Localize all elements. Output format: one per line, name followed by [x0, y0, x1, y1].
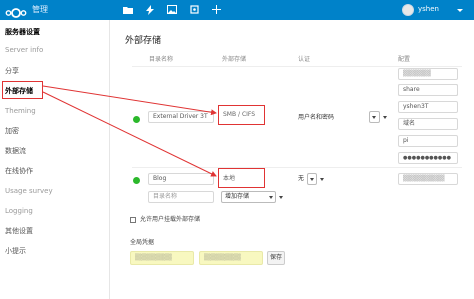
status-ok-icon — [133, 116, 140, 123]
column-header-config: 配置 — [398, 56, 411, 63]
folder-name-input[interactable]: Blog — [148, 173, 214, 185]
sidebar-item-external-storage[interactable]: 外部存储 — [0, 81, 110, 101]
allow-user-mount-label: 允许用户挂载外部存储 — [140, 216, 201, 223]
add-icon[interactable] — [210, 3, 223, 16]
global-credentials-label: 全局凭据 — [130, 239, 155, 246]
config-password-input[interactable]: ●●●●●●●●●●● — [398, 152, 458, 164]
new-folder-name-input[interactable]: 目录名称 — [148, 191, 214, 203]
sidebar-item-logging[interactable]: Logging — [0, 201, 110, 221]
sidebar-item-other-settings[interactable]: 其他设置 — [0, 221, 110, 241]
settings-sidebar: 服务器设置 Server info 分享 外部存储 Theming 加密 数据流… — [0, 20, 110, 299]
header-divider — [132, 66, 462, 67]
page-title: 外部存储 — [125, 36, 162, 46]
files-icon[interactable] — [121, 3, 134, 16]
auth-select-label[interactable]: 无 — [298, 173, 304, 185]
sidebar-item-usage-survey[interactable]: Usage survey — [0, 181, 110, 201]
chevron-down-icon[interactable] — [457, 9, 463, 12]
config-datadir-input[interactable]: ▓▓▓▓▓▓▓▓▓ — [398, 173, 458, 185]
chevron-down-icon[interactable] — [279, 196, 283, 199]
config-host-input[interactable]: ▓▓▓▓▓▓ — [398, 68, 458, 80]
settings-icon[interactable] — [188, 3, 201, 16]
user-name[interactable]: yshen — [418, 4, 439, 15]
status-ok-icon — [133, 177, 140, 184]
chevron-down-icon — [269, 196, 273, 199]
config-share-input[interactable]: share — [398, 84, 458, 96]
nextcloud-logo-icon[interactable] — [5, 4, 27, 18]
auth-select-label[interactable]: 用户名和密码 — [298, 112, 334, 124]
config-domain-input[interactable]: 域名 — [398, 118, 458, 130]
sidebar-item-encryption[interactable]: 加密 — [0, 121, 110, 141]
sidebar-item-tips[interactable]: 小提示 — [0, 241, 110, 261]
save-button[interactable]: 保存 — [267, 251, 285, 265]
avatar[interactable] — [402, 4, 414, 16]
column-header-auth: 认证 — [298, 56, 311, 63]
config-path-input[interactable]: pi — [398, 135, 458, 147]
activity-icon[interactable] — [143, 3, 156, 16]
add-storage-select[interactable]: 增加存储 — [221, 191, 276, 203]
chevron-down-icon[interactable] — [320, 178, 324, 181]
chevron-down-icon — [310, 178, 314, 181]
main-content: 外部存储 目录名称 外部存储 认证 配置 External Driver 3T … — [112, 20, 474, 299]
allow-user-mount-checkbox[interactable] — [130, 217, 136, 223]
chevron-down-icon — [372, 116, 376, 119]
app-name[interactable]: 管理 — [32, 4, 48, 16]
sidebar-item-sharing[interactable]: 分享 — [0, 61, 110, 81]
gallery-icon[interactable] — [165, 3, 178, 16]
storage-type-label: SMB / CIFS — [223, 111, 256, 118]
column-header-storage: 外部存储 — [222, 56, 247, 63]
chevron-down-icon[interactable] — [383, 116, 387, 119]
sidebar-section-title: 服务器设置 — [5, 28, 40, 36]
config-user-input[interactable]: yshen3T — [398, 101, 458, 113]
folder-name-input[interactable]: External Driver 3T — [148, 111, 214, 123]
top-bar: 管理 yshen — [0, 0, 474, 20]
row-divider — [132, 167, 462, 168]
sidebar-item-activity[interactable]: 数据流 — [0, 141, 110, 161]
storage-type-label: 本地 — [223, 175, 236, 182]
sidebar-item-theming[interactable]: Theming — [0, 101, 110, 121]
sidebar-item-collaboration[interactable]: 在线协作 — [0, 161, 110, 181]
global-password-input[interactable]: ▒▒▒▒▒▒▒▒ — [199, 251, 263, 265]
column-header-folder: 目录名称 — [149, 56, 174, 63]
sidebar-item-server-info[interactable]: Server info — [0, 40, 110, 60]
global-username-input[interactable]: ▒▒▒▒▒▒▒▒ — [130, 251, 194, 265]
